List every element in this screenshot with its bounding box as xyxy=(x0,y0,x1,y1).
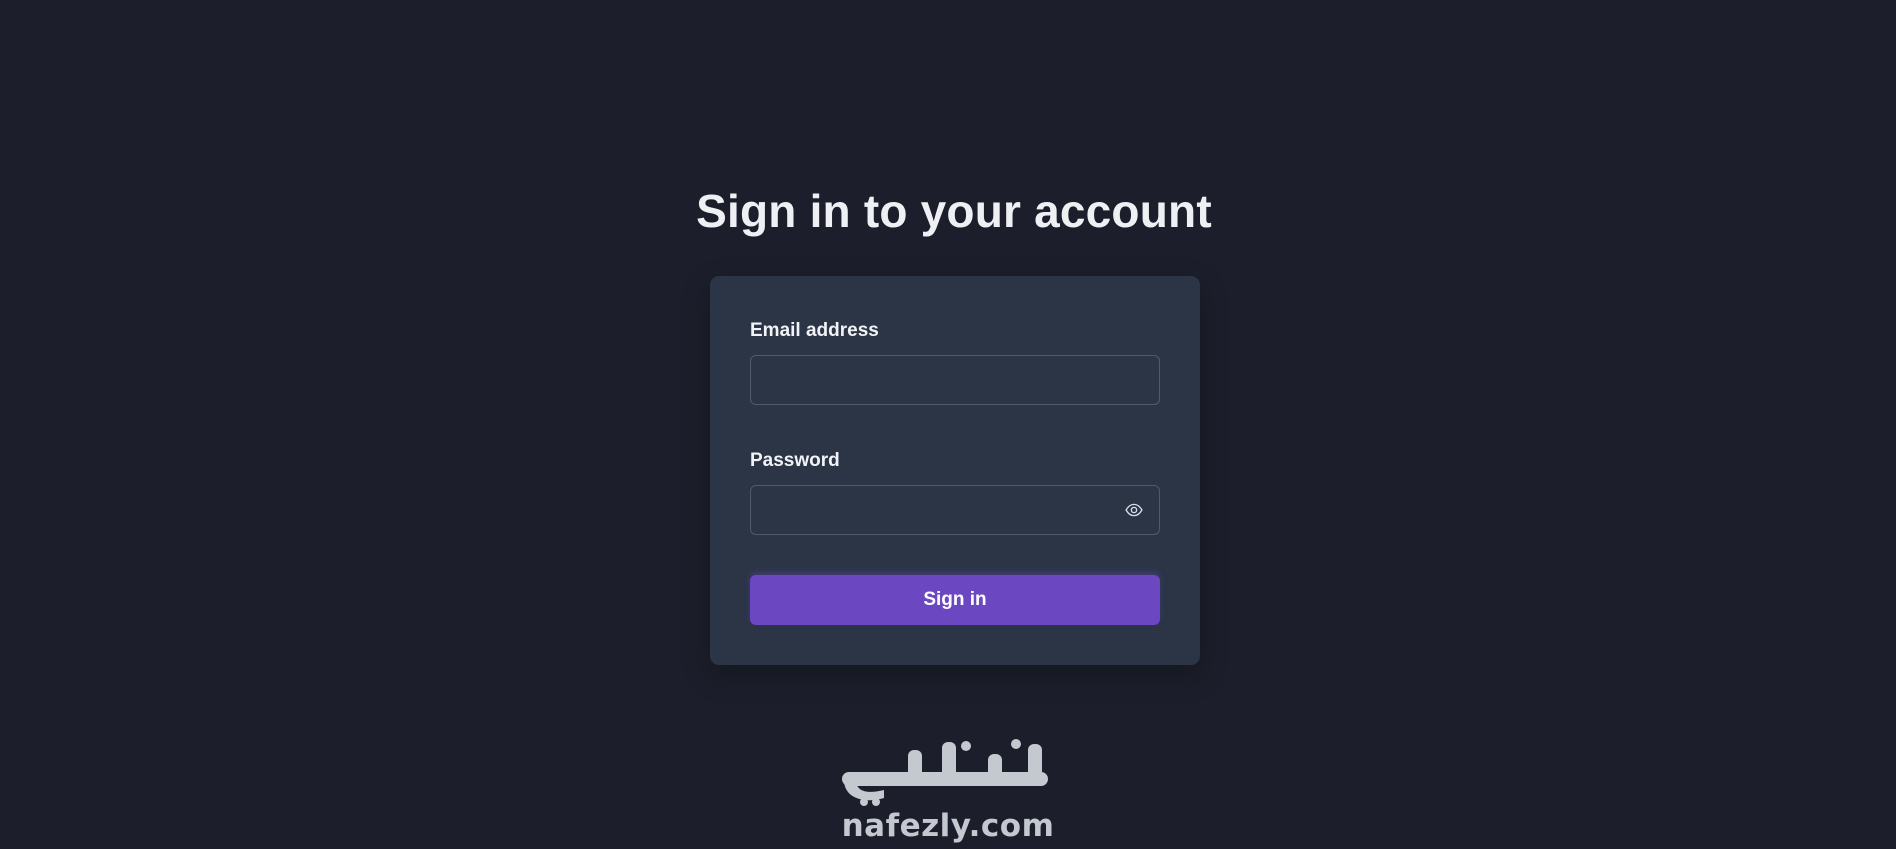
logo-mark xyxy=(842,739,1048,806)
login-card: Email address Password Sign in xyxy=(710,276,1200,665)
email-field-container xyxy=(750,355,1160,405)
eye-icon[interactable] xyxy=(1125,502,1143,518)
page-title: Sign in to your account xyxy=(696,185,1212,237)
password-field[interactable] xyxy=(751,486,1159,534)
brand-url: nafezly.com xyxy=(841,808,1055,844)
brand-logo: nafezly.com xyxy=(838,736,1058,846)
password-field-container xyxy=(750,485,1160,535)
sign-in-button[interactable]: Sign in xyxy=(750,575,1160,625)
email-label: Email address xyxy=(750,320,879,341)
password-label: Password xyxy=(750,450,840,471)
login-page: Sign in to your account Email address Pa… xyxy=(0,0,1896,849)
email-field[interactable] xyxy=(751,356,1159,404)
